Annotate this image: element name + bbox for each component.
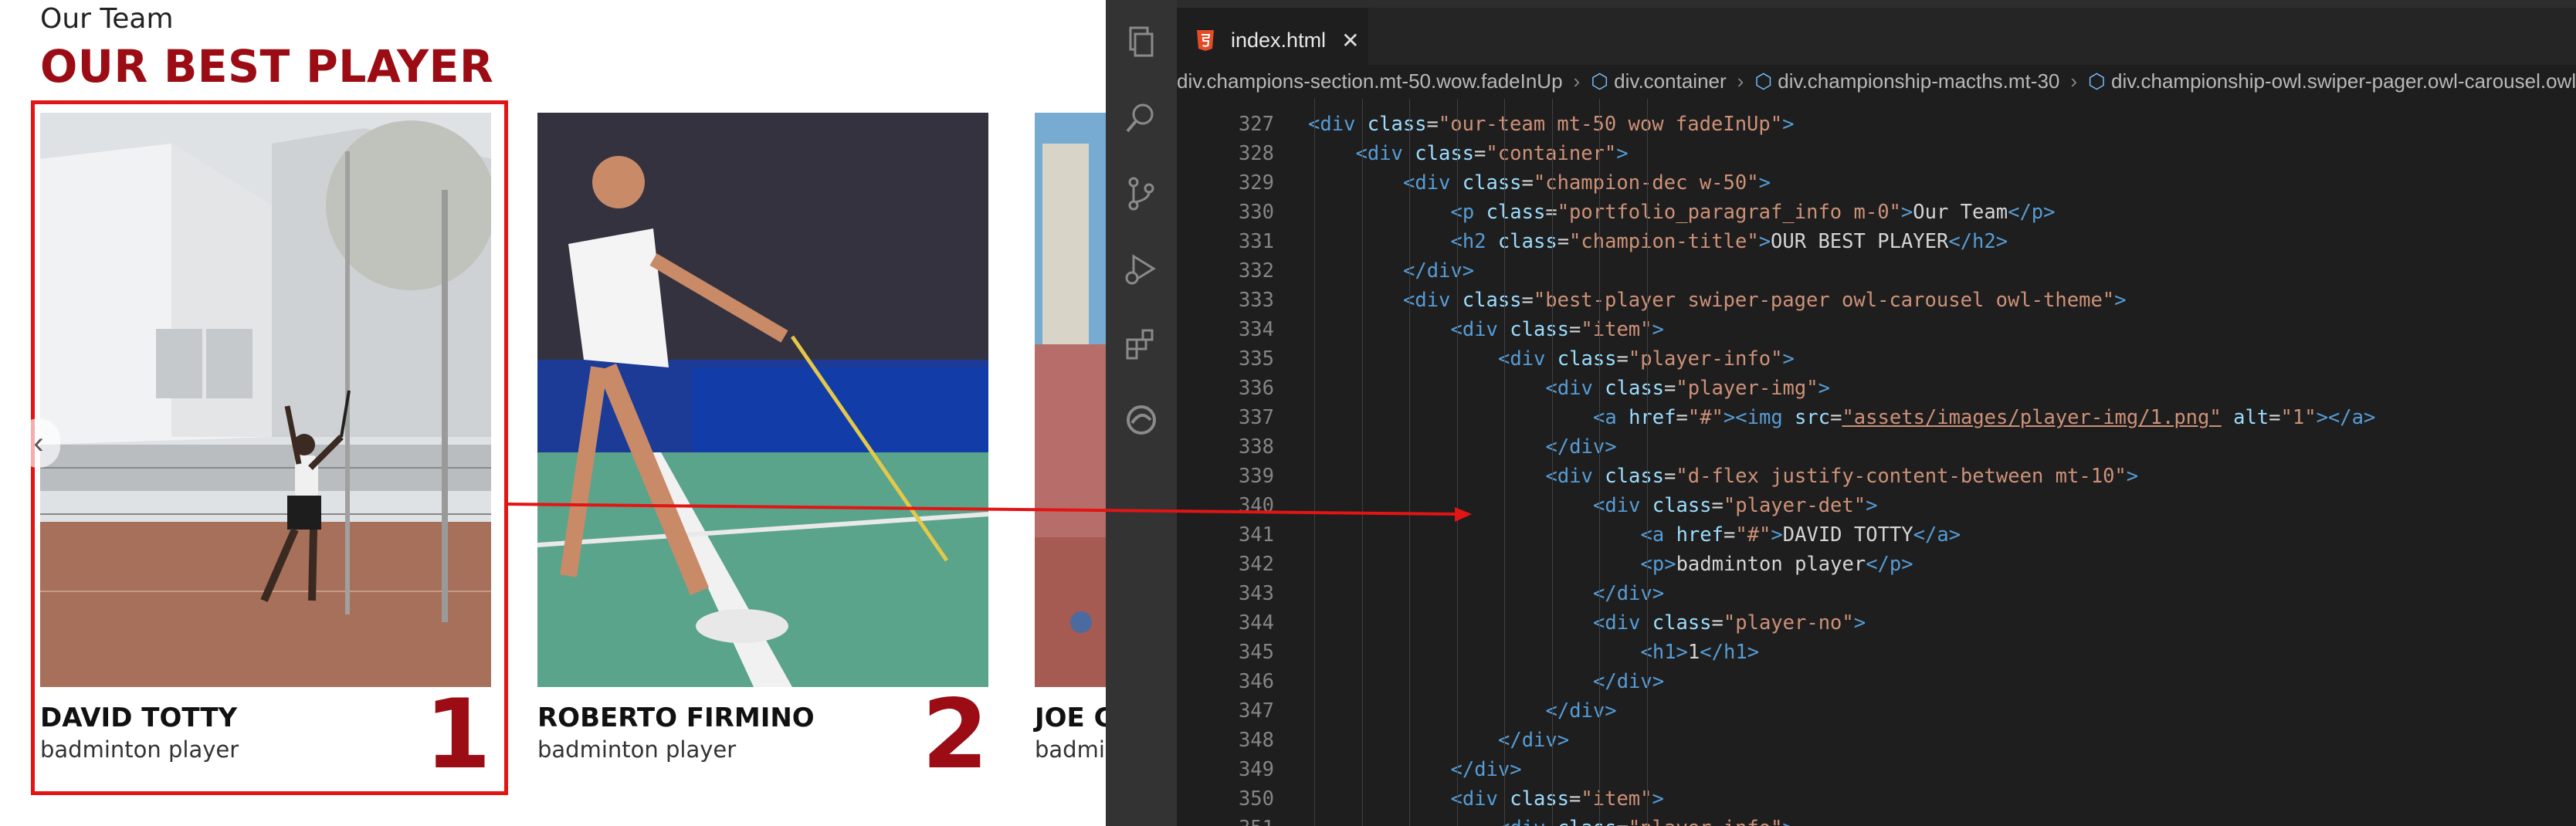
code-line[interactable]: 345 <h1>1</h1> <box>1177 638 2576 667</box>
code-area[interactable]: 327 <div class="our-team mt-50 wow fadeIn… <box>1177 99 2576 826</box>
line-number: 343 <box>1238 582 1274 605</box>
code-line[interactable]: 331 <h2 class="champion-title">OUR BEST P… <box>1177 227 2576 256</box>
code-line[interactable]: 339 <div class="d-flex justify-content-be… <box>1177 462 2576 491</box>
line-number: 344 <box>1238 611 1274 635</box>
breadcrumb-item[interactable]: ⬡ div.championship-owl.swiper-pager.owl-… <box>2088 69 2576 93</box>
player-role: badmi <box>1035 736 1105 763</box>
breadcrumb-item[interactable]: ⬡ div.championship-macths.mt-30 <box>1754 69 2059 93</box>
code-line[interactable]: 332 </div> <box>1177 256 2576 286</box>
line-number: 334 <box>1238 318 1274 341</box>
section-title: OUR BEST PLAYER <box>40 40 494 93</box>
line-number: 345 <box>1238 641 1274 664</box>
code-line[interactable]: 333 <div class="best-player swiper-pager … <box>1177 286 2576 315</box>
code-editor: index.html ✕ div.champions-section.mt-50… <box>1106 0 2576 826</box>
line-number: 349 <box>1238 758 1274 781</box>
line-number: 348 <box>1238 729 1274 752</box>
code-line[interactable]: 343 </div> <box>1177 579 2576 608</box>
player-photo[interactable] <box>537 113 988 687</box>
code-line[interactable]: 330<p class="portfolio_paragraf_info m-0… <box>1177 198 2576 227</box>
line-number: 331 <box>1238 230 1274 253</box>
player-photo[interactable] <box>1035 113 1106 687</box>
website-preview: Our Team OUR BEST PLAYER DAVID TOTTY bad… <box>0 0 1106 826</box>
line-number: 328 <box>1238 142 1274 165</box>
player-card-3[interactable]: JOE G badmi <box>1035 113 1106 763</box>
line-number: 337 <box>1238 406 1274 429</box>
code-line[interactable]: 338 </div> <box>1177 432 2576 462</box>
extensions-icon[interactable] <box>1123 326 1160 363</box>
player-number: 2 <box>921 679 988 790</box>
chevron-left-icon[interactable]: ‹ <box>17 418 60 468</box>
line-number: 336 <box>1238 377 1274 400</box>
code-line[interactable]: 346 </div> <box>1177 667 2576 696</box>
code-line[interactable]: 349 </div> <box>1177 755 2576 784</box>
line-number: 347 <box>1238 699 1274 723</box>
code-line[interactable]: 348 </div> <box>1177 726 2576 755</box>
line-number: 340 <box>1238 494 1274 517</box>
line-number: 342 <box>1238 553 1274 576</box>
line-number: 330 <box>1238 201 1274 224</box>
files-icon[interactable] <box>1123 23 1160 60</box>
code-line[interactable]: 329 <div class="champion-dec w-50"> <box>1177 168 2576 198</box>
code-line[interactable]: 335 <div class="player-info"> <box>1177 344 2576 374</box>
code-line[interactable]: 341 <a href="#">DAVID TOTTY</a> <box>1177 520 2576 550</box>
breadcrumb-item[interactable]: div.champions-section.mt-50.wow.fadeInUp <box>1177 69 1563 93</box>
code-line[interactable]: 334 <div class="item"> <box>1177 315 2576 344</box>
player-name[interactable]: ROBERTO FIRMINO <box>537 702 815 733</box>
line-number: 327 <box>1238 113 1274 136</box>
player-role: badminton player <box>537 736 737 763</box>
line-number: 333 <box>1238 289 1274 312</box>
code-line[interactable]: 350 <div class="item"> <box>1177 784 2576 814</box>
code-line[interactable]: 344 <div class="player-no"> <box>1177 608 2576 638</box>
line-number: 346 <box>1238 670 1274 693</box>
tab-bar: index.html ✕ <box>1177 0 2576 73</box>
highlight-box <box>31 100 508 795</box>
run-debug-icon[interactable] <box>1123 250 1160 287</box>
player-name[interactable]: JOE G <box>1035 702 1106 733</box>
code-line[interactable]: 342 <p>badminton player</p> <box>1177 550 2576 579</box>
line-number: 341 <box>1238 523 1274 547</box>
line-number: 332 <box>1238 259 1274 283</box>
source-control-icon[interactable] <box>1123 174 1160 212</box>
code-line[interactable]: 328 <div class="container"> <box>1177 139 2576 168</box>
line-number: 339 <box>1238 465 1274 488</box>
html5-icon <box>1197 30 1214 51</box>
search-icon[interactable] <box>1123 99 1160 136</box>
code-line[interactable]: 337 <a href="#"><img src="assets/images/p… <box>1177 403 2576 432</box>
tab-index-html[interactable]: index.html ✕ <box>1177 8 1368 73</box>
code-line[interactable]: 347 </div> <box>1177 696 2576 726</box>
line-number: 351 <box>1177 814 1274 826</box>
line-number: 350 <box>1238 787 1274 811</box>
section-eyebrow: Our Team <box>40 3 174 35</box>
line-number: 338 <box>1238 435 1274 459</box>
close-icon[interactable]: ✕ <box>1341 28 1359 53</box>
line-number: 329 <box>1238 171 1274 195</box>
breadcrumb: div.champions-section.mt-50.wow.fadeInUp… <box>1177 65 2576 97</box>
tab-label: index.html <box>1231 28 1327 52</box>
code-line[interactable]: 340 <div class="player-det"> <box>1177 491 2576 520</box>
edge-icon[interactable] <box>1123 401 1160 438</box>
code-line[interactable]: 336 <div class="player-img"> <box>1177 374 2576 403</box>
line-number: 335 <box>1238 347 1274 371</box>
code-line[interactable]: 351<div class="player-info"> <box>1177 814 2576 826</box>
activity-bar <box>1106 0 1177 826</box>
breadcrumb-item[interactable]: ⬡ div.container <box>1591 69 1726 93</box>
player-card-2[interactable]: ROBERTO FIRMINO badminton player 2 <box>537 113 988 783</box>
code-line[interactable]: 327 <div class="our-team mt-50 wow fadeIn… <box>1177 110 2576 139</box>
